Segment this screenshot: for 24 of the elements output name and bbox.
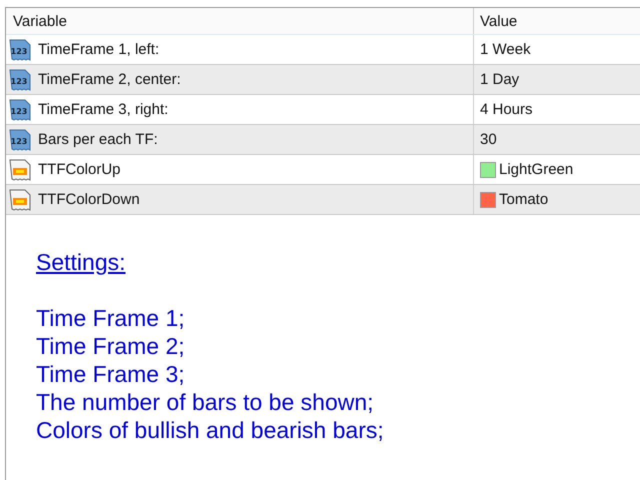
settings-heading: Settings:: [36, 249, 126, 276]
variable-name: TTFColorUp: [38, 161, 121, 178]
description-line: Colors of bullish and bearish bars;: [36, 416, 385, 444]
value-text[interactable]: 1 Day: [480, 71, 520, 88]
value-text[interactable]: 1 Week: [480, 41, 531, 58]
description-line: Time Frame 2;: [36, 332, 186, 360]
variable-name: TimeFrame 1, left:: [38, 41, 160, 58]
value-text[interactable]: 30: [480, 131, 497, 148]
variable-name: TimeFrame 2, center:: [38, 71, 181, 88]
number-icon: 123: [8, 128, 32, 152]
column-header[interactable]: Value: [474, 8, 640, 34]
value-text[interactable]: LightGreen: [499, 161, 574, 178]
variable-name: Bars per each TF:: [38, 131, 158, 148]
number-icon: 123: [8, 98, 32, 122]
description-line: The number of bars to be shown;: [36, 388, 375, 416]
number-icon: 123: [8, 38, 32, 62]
value-text[interactable]: 4 Hours: [480, 101, 533, 118]
number-icon: 123: [8, 68, 32, 92]
description-line: Time Frame 3;: [36, 360, 186, 388]
column-header[interactable]: Variable: [6, 8, 474, 34]
variable-name: TimeFrame 3, right:: [38, 101, 168, 118]
value-text[interactable]: Tomato: [499, 191, 548, 208]
variable-name: TTFColorDown: [38, 191, 140, 208]
description-line: Time Frame 1;: [36, 304, 186, 332]
